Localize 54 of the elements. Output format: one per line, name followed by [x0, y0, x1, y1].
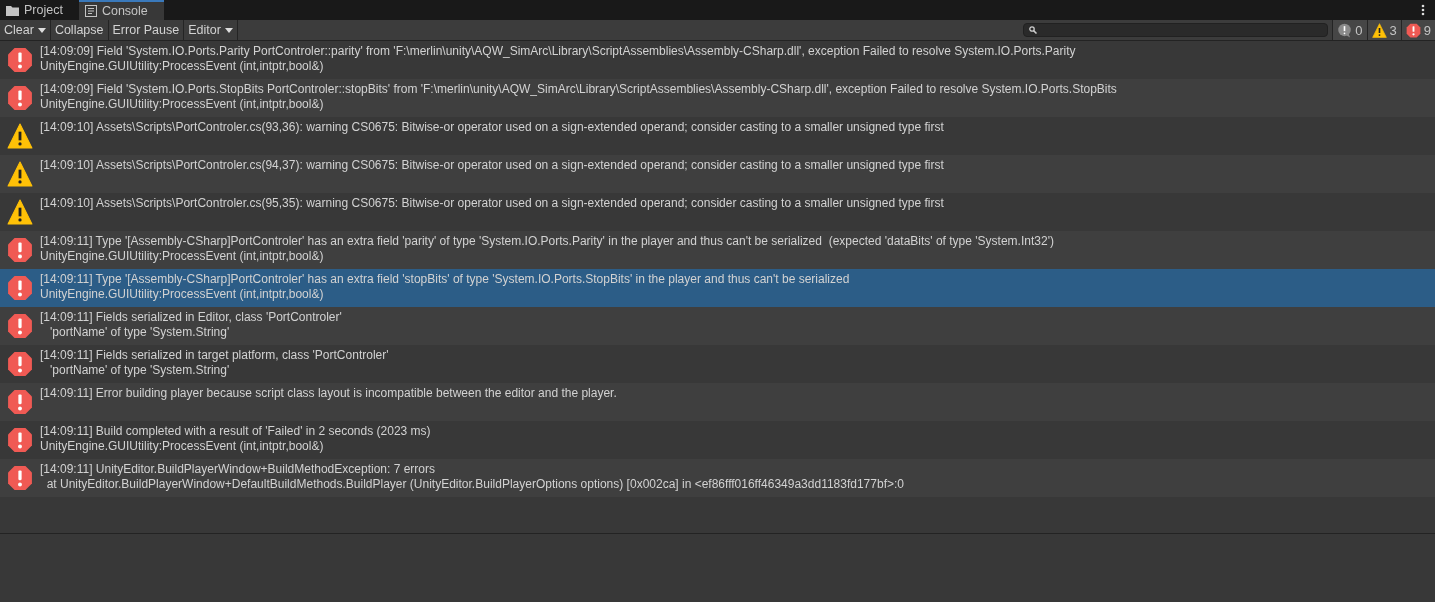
error-icon	[7, 47, 33, 73]
log-text: [14:09:10] Assets\Scripts\PortControler.cs(94,37): warning CS0675: Bitwise-or operator used on a sign-extended operand; consider casting to a smaller unsigned type first	[40, 158, 944, 173]
log-entry[interactable]	[0, 79, 1435, 117]
tab[interactable]: Project	[0, 0, 79, 20]
more-options-icon[interactable]	[1421, 4, 1425, 16]
error-icon	[7, 351, 33, 377]
warning-icon	[1371, 22, 1387, 38]
log-text: [14:09:11] UnityEditor.BuildPlayerWindow+BuildMethodException: 7 errors	[40, 462, 436, 477]
caret-icon	[37, 27, 46, 33]
error-icon	[7, 465, 33, 491]
log-text: [14:09:09] Field 'System.IO.Ports.StopBits PortControler::stopBits' from 'F:\merlin\unity\AQW_SimArc\Library\ScriptAssemblies\Assembly-CSharp.dll', exception Failed to resolve System.IO.Ports.StopBits	[40, 82, 1117, 97]
log-text: [14:09:09] Field 'System.IO.Ports.Parity PortControler::parity' from 'F:\merlin\unity\AQW_SimArc\Library\ScriptAssemblies\Assembly-CSharp.dll', exception Failed to resolve System.IO.Ports.Parity	[40, 44, 1076, 59]
log-text: [14:09:11] Build completed with a result of 'Failed' in 2 seconds (2023 ms)	[40, 424, 431, 439]
counter-toggle[interactable]: 9	[1400, 20, 1435, 40]
log-text: UnityEngine.GUIUtility:ProcessEvent (int,intptr,bool&)	[40, 97, 325, 112]
error-icon	[7, 389, 33, 415]
error-icon	[7, 313, 33, 339]
error-icon	[1405, 22, 1421, 38]
log-text: [14:09:11] Fields serialized in target platform, class 'PortControler'	[40, 348, 389, 363]
tab[interactable]: Console	[78, 0, 164, 20]
log-entry[interactable]	[0, 459, 1435, 497]
log-entry[interactable]: [14:09:11] Error building player because script class layout is incompatible between the editor and the player.	[0, 383, 1435, 421]
error-icon	[7, 427, 33, 453]
search-icon	[1029, 26, 1038, 34]
caret-icon	[224, 27, 233, 33]
error-icon	[7, 237, 33, 263]
log-text: [14:09:11] Error building player because script class layout is incompatible between the editor and the player.	[40, 386, 617, 401]
error-icon	[7, 275, 33, 301]
log-text: 'portName' of type 'System.String'	[49, 363, 231, 378]
log-text: UnityEngine.GUIUtility:ProcessEvent (int,intptr,bool&)	[40, 287, 325, 302]
warning-icon	[7, 123, 33, 149]
log-entry[interactable]	[0, 269, 1435, 307]
counter-toggle[interactable]: 3	[1366, 20, 1401, 40]
log-entry[interactable]	[0, 231, 1435, 269]
log-text: [14:09:11] Fields serialized in Editor, class 'PortControler'	[40, 310, 342, 325]
console-icon	[84, 5, 97, 17]
log-text: 'portName' of type 'System.String'	[49, 325, 231, 340]
error-icon	[7, 85, 33, 111]
log-text: at UnityEditor.BuildPlayerWindow+DefaultBuildMethods.BuildPlayer (UnityEditor.BuildPlayerOptions options) [0x002ca] in <ef86fff016ff46349a3dd1183fd177bf>:0	[45, 477, 904, 492]
warning-icon	[7, 199, 33, 225]
info-icon	[1337, 22, 1353, 38]
log-text: [14:09:11] Type '[Assembly-CSharp]PortControler' has an extra field 'parity' of type 'System.IO.Ports.Parity' in the player and thus can't be serialized (expected 'dataBits' of type 'System.Int32')	[40, 234, 1054, 249]
log-entry[interactable]: [14:09:11] Fields serialized in Editor, class 'PortControler' 'portName' of type 'System.String'	[0, 307, 1435, 345]
log-text: UnityEngine.GUIUtility:ProcessEvent (int,intptr,bool&)	[40, 59, 325, 74]
log-text: UnityEngine.GUIUtility:ProcessEvent (int,intptr,bool&)	[40, 249, 325, 264]
log-entry[interactable]: [14:09:10] Assets\Scripts\PortControler.cs(94,37): warning CS0675: Bitwise-or operator used on a sign-extended operand; consider casting to a smaller unsigned type first	[0, 155, 1435, 193]
counter-toggle[interactable]: 0	[1332, 20, 1367, 40]
warning-icon	[7, 161, 33, 187]
search-field[interactable]	[1023, 23, 1329, 37]
log-text: [14:09:10] Assets\Scripts\PortControler.cs(93,36): warning CS0675: Bitwise-or operator used on a sign-extended operand; consider casting to a smaller unsigned type first	[40, 120, 944, 135]
log-text: [14:09:10] Assets\Scripts\PortControler.cs(95,35): warning CS0675: Bitwise-or operator used on a sign-extended operand; consider casting to a smaller unsigned type first	[40, 196, 944, 211]
folder-icon	[6, 4, 19, 16]
log-text: UnityEngine.GUIUtility:ProcessEvent (int,intptr,bool&)	[40, 439, 325, 454]
log-text: [14:09:11] Type '[Assembly-CSharp]PortControler' has an extra field 'stopBits' of type 'System.IO.Ports.StopBits' in the player and thus can't be serialized	[40, 272, 850, 287]
